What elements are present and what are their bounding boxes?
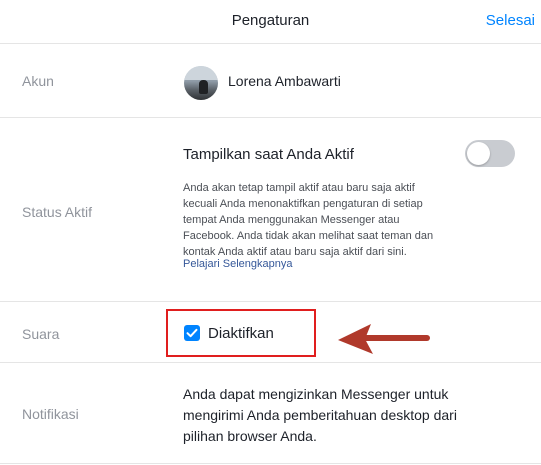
sound-checkbox[interactable] xyxy=(184,325,200,341)
avatar-person xyxy=(199,80,208,94)
description-line: pilihan browser Anda. xyxy=(183,428,317,444)
active-status-toggle[interactable] xyxy=(465,140,515,167)
arrow-left-icon xyxy=(338,324,430,354)
active-status-label: Status Aktif xyxy=(22,204,93,220)
notifications-label: Notifikasi xyxy=(22,406,79,422)
done-button[interactable]: Selesai xyxy=(486,12,535,29)
description-line: Facebook. Anda tidak akan melihat saat t… xyxy=(183,230,434,242)
settings-header: Pengaturan Selesai xyxy=(0,0,541,44)
description-line: Anda akan tetap tampil aktif atau baru s… xyxy=(183,182,415,194)
description-line: tempat Anda menggunakan Messenger atau xyxy=(183,214,400,226)
sound-value-label[interactable]: Diaktifkan xyxy=(208,325,274,342)
account-label: Akun xyxy=(22,73,54,89)
divider xyxy=(0,463,541,464)
active-status-description: Anda akan tetap tampil aktif atau baru s… xyxy=(183,180,473,260)
avatar[interactable] xyxy=(184,66,218,100)
toggle-knob xyxy=(467,142,490,165)
description-line: Anda dapat mengizinkan Messenger untuk xyxy=(183,386,449,402)
divider xyxy=(0,301,541,302)
page-title: Pengaturan xyxy=(231,12,310,29)
learn-more-link[interactable]: Pelajari Selengkapnya xyxy=(183,258,292,270)
notifications-description: Anda dapat mengizinkan Messenger untuk m… xyxy=(183,384,483,447)
divider xyxy=(0,362,541,363)
description-line: kecuali Anda menonaktifkan pengaturan di… xyxy=(183,198,423,210)
active-status-title: Tampilkan saat Anda Aktif xyxy=(183,146,354,163)
sound-label: Suara xyxy=(22,326,60,342)
checkmark-icon xyxy=(186,328,198,338)
divider xyxy=(0,117,541,118)
account-user-name[interactable]: Lorena Ambawarti xyxy=(228,73,341,89)
description-line: mengirimi Anda pemberitahuan desktop dar… xyxy=(183,407,457,423)
avatar-sky xyxy=(184,66,218,80)
